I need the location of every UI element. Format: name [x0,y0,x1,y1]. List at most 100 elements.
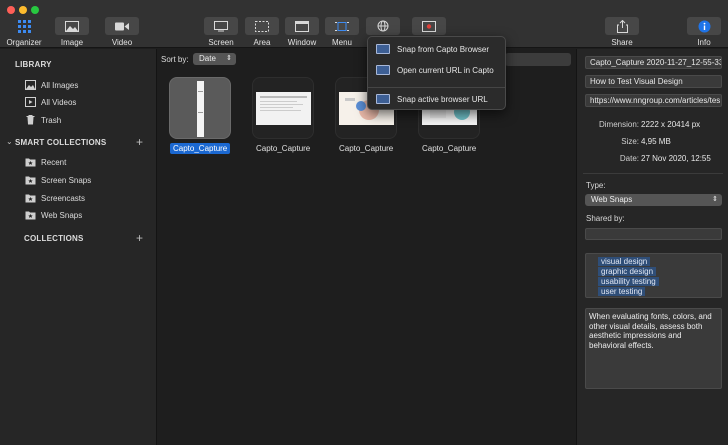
menu-item-label: Open current URL in Capto [397,65,494,75]
capture-thumbnail[interactable] [252,77,314,139]
organizer-button[interactable]: Organizer [5,17,43,47]
capture-preview [197,81,204,137]
sidebar-item-all-images[interactable]: All Images [25,79,78,91]
sidebar-item-label: Screencasts [41,193,86,203]
capture-thumbnail-label[interactable]: Capto_Capture [419,143,479,154]
area-label: Area [253,38,271,47]
menu-item-snap-from-browser[interactable]: Snap from Capto Browser [376,43,489,55]
inspector-divider [583,173,723,174]
window-icon [285,17,319,35]
capture-preview [256,92,311,125]
screen-icon [204,17,238,35]
video-button[interactable]: Video [105,17,139,47]
sidebar-item-label: All Images [41,80,79,90]
image-label: Image [60,38,84,47]
menu-item-label: Snap from Capto Browser [397,44,490,54]
image-icon [55,17,89,35]
select-arrows-icon: ⇕ [226,55,232,62]
share-icon [605,17,639,35]
tag-token[interactable]: graphic design [598,267,657,276]
menu-label: Menu [331,38,352,47]
title-field[interactable]: How to Test Visual Design [585,75,722,88]
web-snap-button[interactable] [366,17,400,35]
dimension-label: Dimension: [598,120,639,129]
sort-by-label: Sort by: [161,55,189,64]
type-label: Type: [586,181,606,190]
tag-token[interactable]: user testing [598,287,646,296]
zoom-window-button[interactable] [31,6,39,14]
info-icon [687,17,721,35]
type-value: Web Snaps [591,195,633,204]
chevron-down-icon[interactable]: ⌄ [6,137,13,146]
window-button[interactable]: Window [285,17,319,47]
filename-field[interactable]: Capto_Capture 2020-11-27_12-55-33 [585,56,722,69]
menu-separator [368,87,505,88]
sidebar-item-screencasts[interactable]: Screencasts [25,192,85,204]
tag-token[interactable]: usability testing [598,277,659,286]
capture-thumbnail-label[interactable]: Capto_Capture [253,143,313,154]
sidebar: LIBRARY All Images All Videos Trash ⌄ SM… [0,49,157,445]
date-value: 27 Nov 2020, 12:55 [641,154,711,163]
info-button[interactable]: Info [687,17,721,47]
library-header: LIBRARY [15,60,52,69]
sidebar-item-web-snaps[interactable]: Web Snaps [25,209,82,221]
videos-icon [25,97,36,108]
organizer-grid: Sort by: Date ⇕ Capto_Capture Capto_Capt… [157,49,576,445]
size-label: Size: [621,137,639,146]
sidebar-item-label: All Videos [41,97,77,107]
menu-item-open-current-url[interactable]: Open current URL in Capto [376,64,494,76]
area-button[interactable]: Area [245,17,279,47]
sidebar-item-screen-snaps[interactable]: Screen Snaps [25,174,91,186]
sidebar-item-all-videos[interactable]: All Videos [25,96,76,108]
add-collection-button[interactable]: + [136,232,143,244]
capture-thumbnail[interactable] [169,77,231,139]
grid-icon [7,17,41,35]
globe-icon [366,17,400,35]
capture-thumbnail-label[interactable]: Capto_Capture [170,143,231,154]
collections-header: COLLECTIONS [24,234,84,243]
date-label: Date: [619,154,639,163]
video-camera-icon [105,17,139,35]
record-button[interactable] [412,17,446,35]
shared-by-label: Shared by: [586,214,625,223]
screen-button[interactable]: Screen [204,17,238,47]
screen-label: Screen [208,38,234,47]
inspector-panel: Capto_Capture 2020-11-27_12-55-33 How to… [576,49,728,445]
close-window-button[interactable] [7,6,15,14]
capture-thumbnail-label[interactable]: Capto_Capture [336,143,396,154]
video-label: Video [111,38,133,47]
type-select[interactable]: Web Snaps ⇕ [585,194,722,206]
image-button[interactable]: Image [55,17,89,47]
add-smart-collection-button[interactable]: + [136,136,143,148]
menu-item-snap-active-browser-url[interactable]: Snap active browser URL [376,93,488,105]
smart-folder-icon [25,157,36,168]
area-select-icon [245,17,279,35]
sidebar-item-trash[interactable]: Trash [25,114,61,126]
shared-by-field[interactable] [585,228,722,240]
size-value: 4,95 MB [641,137,671,146]
sort-by-select[interactable]: Date ⇕ [193,53,236,65]
url-field[interactable]: https://www.nngroup.com/articles/tes [585,94,722,107]
sidebar-item-recent[interactable]: Recent [25,156,66,168]
menu-button[interactable]: Menu [325,17,359,47]
sidebar-item-label: Screen Snaps [41,175,92,185]
smart-folder-icon [25,175,36,186]
browser-window-icon [376,94,390,104]
sidebar-item-label: Trash [41,115,62,125]
notes-textarea[interactable]: When evaluating fonts, colors, and other… [585,308,722,389]
record-icon [412,17,446,35]
sidebar-item-label: Recent [41,157,67,167]
trash-icon [25,115,36,126]
sort-by-value: Date [199,54,216,63]
tags-field[interactable]: visual design graphic design usability t… [585,253,722,298]
minimize-window-button[interactable] [19,6,27,14]
web-snap-menu: Snap from Capto Browser Open current URL… [367,36,506,110]
share-button[interactable]: Share [605,17,639,47]
smart-folder-icon [25,210,36,221]
sidebar-item-label: Web Snaps [41,210,83,220]
menu-capture-icon [325,17,359,35]
smart-folder-icon [25,193,36,204]
smart-collections-header: SMART COLLECTIONS [15,138,107,147]
search-input[interactable] [505,53,571,66]
tag-token[interactable]: visual design [598,257,651,266]
